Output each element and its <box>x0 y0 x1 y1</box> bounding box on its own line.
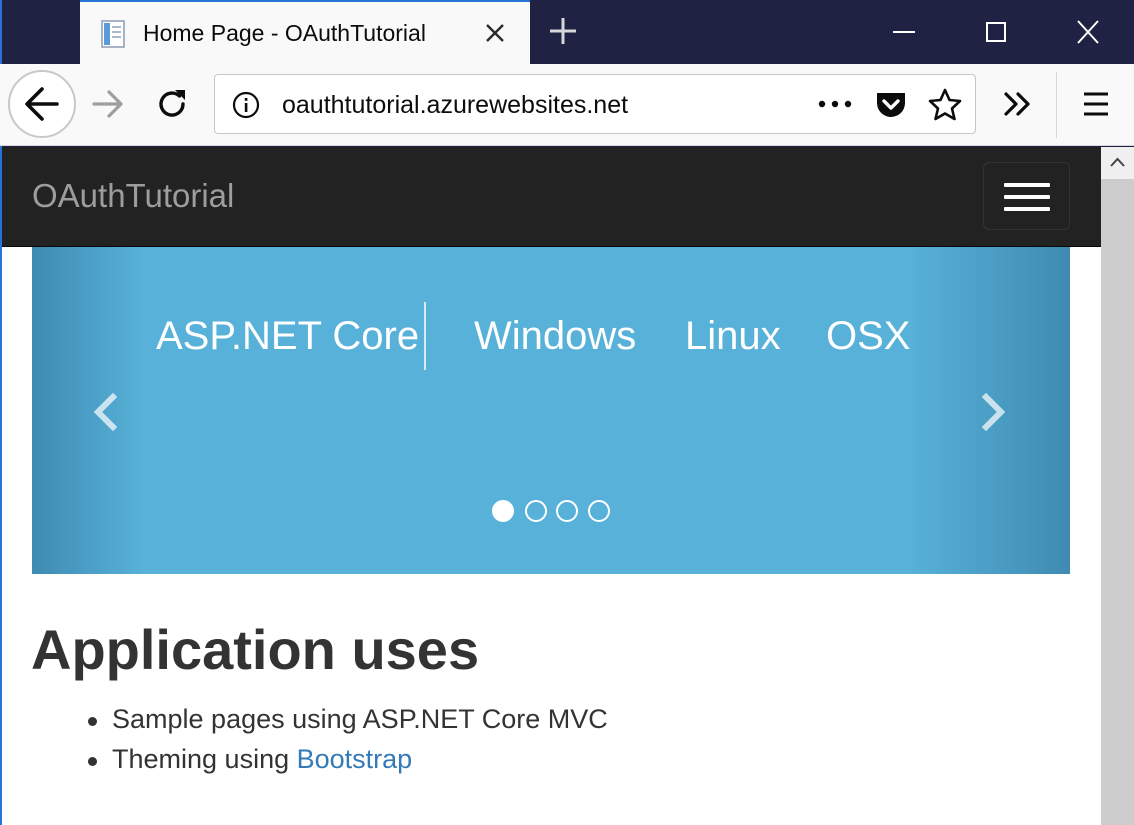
active-tab[interactable]: Home Page - OAuthTutorial <box>80 0 530 64</box>
new-tab-icon[interactable] <box>546 14 580 48</box>
scroll-up-button[interactable] <box>1101 147 1134 179</box>
carousel-indicator-4[interactable] <box>588 500 610 522</box>
uses-list: Sample pages using ASP.NET Core MVC Them… <box>88 704 608 784</box>
toolbar-separator <box>1056 72 1057 138</box>
close-window-icon[interactable] <box>1068 14 1108 50</box>
list-item-text: Sample pages using ASP.NET Core MVC <box>112 704 608 734</box>
maximize-icon[interactable] <box>976 14 1016 50</box>
carousel-indicator-3[interactable] <box>556 500 578 522</box>
carousel-next-icon[interactable] <box>967 387 1017 437</box>
carousel-prev-icon[interactable] <box>82 387 132 437</box>
url-text: oauthtutorial.azurewebsites.net <box>282 91 629 119</box>
back-arrow-icon <box>25 87 59 121</box>
reload-icon[interactable] <box>152 84 192 124</box>
section-heading: Application uses <box>31 618 480 681</box>
page-viewport: OAuthTutorial ASP.NET Core Windows Linux… <box>2 147 1101 825</box>
address-bar[interactable]: oauthtutorial.azurewebsites.net <box>214 74 976 134</box>
tab-title: Home Page - OAuthTutorial <box>143 20 426 46</box>
slide-text-aspnet-core: ASP.NET Core <box>156 314 420 358</box>
minimize-icon[interactable] <box>884 14 924 50</box>
toolbar-overflow-icon[interactable] <box>998 86 1038 122</box>
carousel-indicator-2[interactable] <box>525 500 547 522</box>
list-item: Theming using Bootstrap <box>88 744 608 784</box>
hamburger-bar <box>1004 183 1050 187</box>
site-info-icon[interactable] <box>231 90 261 120</box>
list-bullet <box>88 757 97 766</box>
close-tab-icon[interactable] <box>480 18 510 48</box>
site-navbar: OAuthTutorial <box>2 147 1101 247</box>
back-button[interactable] <box>8 70 76 138</box>
bootstrap-link[interactable]: Bootstrap <box>297 744 413 774</box>
hamburger-bar <box>1004 195 1050 199</box>
list-item: Sample pages using ASP.NET Core MVC <box>88 704 608 744</box>
bookmark-star-icon[interactable] <box>927 87 963 123</box>
site-brand-link[interactable]: OAuthTutorial <box>32 177 234 215</box>
slide-text-linux: Linux <box>685 314 781 358</box>
vertical-scrollbar[interactable] <box>1101 147 1134 825</box>
browser-window: Home Page - OAuthTutorial oauthtutorial.… <box>0 0 1134 825</box>
navbar-toggle-button[interactable] <box>983 162 1070 230</box>
pocket-icon[interactable] <box>873 87 909 123</box>
carousel-indicator-1[interactable] <box>492 500 514 522</box>
list-bullet <box>88 717 97 726</box>
hamburger-menu-icon[interactable] <box>1076 86 1116 122</box>
page-actions-icon[interactable] <box>815 89 855 119</box>
slide-divider <box>424 302 426 370</box>
tab-strip: Home Page - OAuthTutorial <box>0 0 1134 825</box>
forward-arrow-icon[interactable] <box>88 84 128 124</box>
list-item-text: Theming using <box>112 744 297 774</box>
slide-text-osx: OSX <box>826 314 911 358</box>
scroll-up-arrow-icon <box>1110 157 1125 167</box>
carousel: ASP.NET Core Windows Linux OSX <box>32 247 1070 574</box>
hamburger-bar <box>1004 207 1050 211</box>
navigation-toolbar: oauthtutorial.azurewebsites.net <box>0 64 1134 146</box>
page-favicon-icon <box>101 20 125 48</box>
slide-text-windows: Windows <box>474 314 637 358</box>
